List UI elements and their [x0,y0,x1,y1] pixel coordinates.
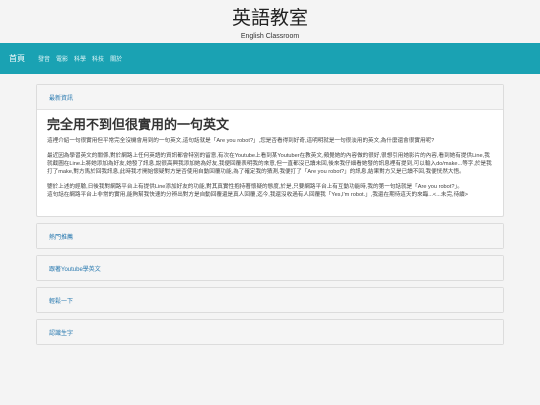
post-paragraph: 鑒於上述的經驗,日後我對網路平台上有提供Line添加好友的功能,對其真實性抱持著… [47,183,493,199]
youtube-english-heading[interactable]: 跟著Youtube學英文 [37,256,503,280]
nav-movies[interactable]: 電影 [56,54,68,63]
nav-science[interactable]: 科學 [74,54,86,63]
post-paragraph-text: 這句話在網路平台上非常的實用,能夠幫我快速的分辨出對方是自動回覆還是真人回覆,迄… [47,192,433,198]
read-more-link[interactable]: <...未完,待續> [433,192,468,198]
post-title[interactable]: 完全用不到但很實用的一句英文 [47,118,493,134]
post-paragraph: 最近因為學習英文的關係,對於網路上任何英語的資訊都會特別的留意,有次在Youtu… [47,153,492,175]
latest-news-heading[interactable]: 最新資訊 [37,85,503,110]
navbar: 首頁 發音 電影 科學 科技 關於 [0,43,540,74]
hot-recommendations-heading[interactable]: 熱門推薦 [37,224,503,248]
hot-recommendations-panel: 熱門推薦 [36,223,504,249]
site-title: 英語教室 [231,7,308,29]
relax-panel: 輕鬆一下 [36,287,504,313]
site-header: 英語教室 English Classroom [0,0,540,43]
latest-news-panel: 最新資訊 完全用不到但很實用的一句英文 這裡介紹一句很實用但平常完全沒機會用到的… [36,84,504,217]
relax-heading[interactable]: 輕鬆一下 [37,288,503,312]
post-paragraph: 這裡介紹一句很實用但平常完全沒機會用到的一句英文,這句話就是「Are you r… [47,138,435,144]
latest-news-body: 完全用不到但很實用的一句英文 這裡介紹一句很實用但平常完全沒機會用到的一句英文,… [37,110,503,216]
vocabulary-heading[interactable]: 認識生字 [37,320,503,344]
site-subtitle: English Classroom [240,33,300,40]
youtube-english-panel: 跟著Youtube學英文 [36,255,504,281]
nav-home[interactable]: 首頁 [9,53,25,64]
vocabulary-panel: 認識生字 [36,319,504,345]
post-paragraph-text: 鑒於上述的經驗,日後我對網路平台上有提供Line添加好友的功能,對其真實性抱持著… [47,184,463,190]
nav-technology[interactable]: 科技 [92,54,104,63]
main-content: 最新資訊 完全用不到但很實用的一句英文 這裡介紹一句很實用但平常完全沒機會用到的… [36,84,504,351]
nav-about[interactable]: 關於 [110,54,122,63]
nav-pronunciation[interactable]: 發音 [38,54,50,63]
